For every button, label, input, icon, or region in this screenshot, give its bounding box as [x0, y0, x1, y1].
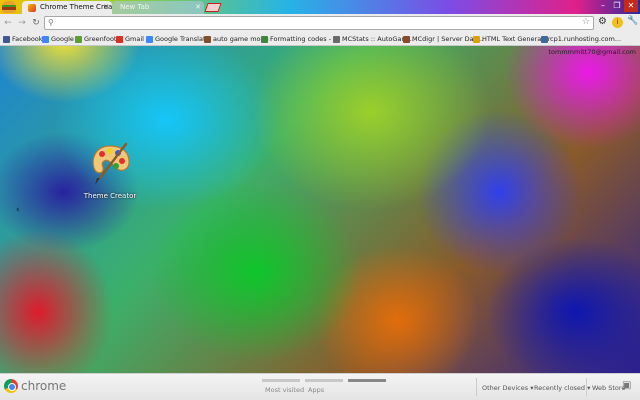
theme-creator-favicon-icon: [28, 4, 36, 12]
forward-arrow-icon[interactable]: →: [16, 17, 28, 29]
bookmark-label: Gmail: [125, 35, 144, 43]
bookmark-google[interactable]: Google: [42, 34, 74, 45]
bookmark-runhosting[interactable]: cp1.runhosting.com...: [541, 34, 621, 45]
bookmarks-bar: Facebook Google Greenfoot Gmail Google T…: [0, 32, 640, 46]
divider: [586, 378, 587, 396]
facebook-icon: [3, 36, 10, 43]
star-icon[interactable]: ☆: [582, 17, 590, 27]
google-icon: [42, 36, 49, 43]
bookmark-gmail[interactable]: Gmail: [116, 34, 144, 45]
bookmark-formatting-codes[interactable]: Formatting codes - ...: [261, 34, 339, 45]
page-label-apps[interactable]: Apps: [308, 386, 324, 394]
bookmark-mcstats[interactable]: MCStats :: AutoGam...: [333, 34, 414, 45]
bookmark-auto-game-mode[interactable]: auto game mode: [204, 34, 269, 45]
other-devices-menu[interactable]: Other Devices ▾: [482, 384, 533, 392]
extension-icon[interactable]: i: [612, 17, 623, 28]
bookmark-greenfoot[interactable]: Greenfoot: [75, 34, 116, 45]
page-left-arrow-icon[interactable]: ‹: [16, 205, 20, 215]
signed-in-user[interactable]: tommmmitt70@gmail.com: [548, 48, 636, 56]
avatar-burger-icon[interactable]: [2, 1, 16, 13]
tab-theme-creator[interactable]: Chrome Theme Creator - ✕: [22, 1, 112, 14]
divider: [476, 378, 477, 396]
stats-icon: [333, 36, 340, 43]
translate-icon: [146, 36, 153, 43]
gmail-icon: [116, 36, 123, 43]
page-indicator-apps[interactable]: [305, 379, 343, 382]
recently-closed-label: Recently closed: [534, 384, 586, 392]
page-indicator-most-visited[interactable]: [262, 379, 300, 382]
bookmark-label: cp1.runhosting.com...: [550, 35, 622, 43]
hosting-icon: [541, 36, 548, 43]
bookmark-mcdigr[interactable]: MCdigr | Server Das...: [403, 34, 483, 45]
web-store-link[interactable]: Web Store: [592, 384, 625, 392]
greenfoot-icon: [75, 36, 82, 43]
ntp-footer: chrome Most visited Apps Other Devices ▾…: [0, 373, 640, 400]
new-tab-button[interactable]: [204, 3, 222, 12]
minimize-icon[interactable]: –: [596, 0, 610, 12]
chrome-logo-icon: [4, 379, 18, 393]
web-store-icon[interactable]: ▣: [622, 380, 631, 391]
search-icon: ⚲: [48, 18, 54, 27]
maximize-icon[interactable]: ❐: [610, 0, 624, 12]
wrench-menu-icon[interactable]: 🔧: [627, 16, 638, 26]
reload-icon[interactable]: ↻: [30, 17, 42, 29]
omnibox-input[interactable]: ⚲ ☆: [44, 16, 594, 30]
other-devices-label: Other Devices: [482, 384, 529, 392]
bookmark-label: Google: [51, 35, 74, 43]
page-indicator-current[interactable]: [348, 379, 386, 382]
app-theme-creator[interactable]: Theme Creator: [82, 140, 138, 200]
tab-label: Chrome Theme Creator -: [40, 3, 112, 11]
gear-icon[interactable]: ⚙: [598, 16, 607, 27]
text-generator-icon: [473, 36, 480, 43]
close-window-icon[interactable]: ✕: [624, 0, 638, 12]
tab-new-tab[interactable]: New Tab ✕: [112, 1, 204, 14]
bookmark-label: Greenfoot: [84, 35, 117, 43]
toolbar: ← → ↻ ⚲ ☆: [0, 14, 640, 32]
recently-closed-menu[interactable]: Recently closed ▾: [534, 384, 590, 392]
tab-close-icon[interactable]: ✕: [195, 1, 201, 14]
bookmark-google-translate[interactable]: Google Translate: [146, 34, 210, 45]
game-icon: [204, 36, 211, 43]
bookmark-label: Formatting codes - ...: [270, 35, 340, 43]
bookmark-html-text-generator[interactable]: HTML Text Generator: [473, 34, 550, 45]
chrome-logo-text: chrome: [21, 379, 67, 393]
tab-strip: Chrome Theme Creator - ✕ New Tab ✕ – ❐ ✕: [0, 0, 640, 14]
bookmark-label: Google Translate: [155, 35, 210, 43]
app-label: Theme Creator: [83, 192, 137, 200]
bookmark-label: Facebook: [12, 35, 43, 43]
back-arrow-icon[interactable]: ←: [2, 17, 14, 29]
bookmark-facebook[interactable]: Facebook: [3, 34, 43, 45]
minecraft-icon: [261, 36, 268, 43]
tab-label: New Tab: [120, 3, 150, 11]
tab-close-icon[interactable]: ✕: [103, 1, 109, 14]
page-label-most-visited[interactable]: Most visited: [265, 386, 304, 394]
pickaxe-icon: [403, 36, 410, 43]
palette-icon: [88, 140, 132, 190]
